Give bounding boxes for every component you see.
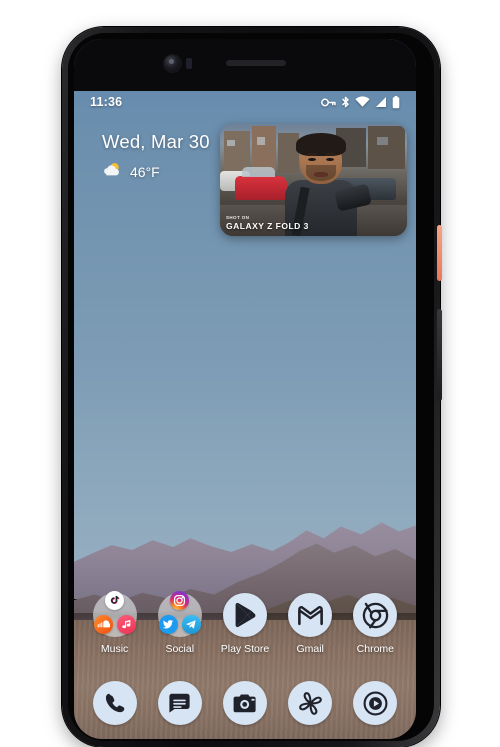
pip-person-hair: [296, 132, 346, 156]
pip-video-content: SHOT ON GALAXY Z FOLD 3: [220, 124, 407, 236]
app-label: Gmail: [296, 643, 324, 655]
soundcloud-icon: [93, 615, 113, 634]
pip-person-eyebrow: [306, 152, 318, 157]
date-weather-widget[interactable]: Wed, Mar 30 46°F: [102, 131, 210, 182]
messages-icon[interactable]: [157, 681, 202, 725]
battery-icon: [392, 95, 400, 109]
widget-temperature: 46°F: [130, 164, 160, 180]
phone-icon[interactable]: [92, 681, 137, 725]
instagram-icon: [170, 591, 190, 610]
dock-item-phone[interactable]: [84, 681, 146, 725]
display-notch: [74, 39, 416, 91]
tiktok-icon: [105, 591, 125, 610]
play-store-icon[interactable]: [222, 593, 267, 637]
app-label: Social: [165, 643, 195, 655]
proximity-sensor-icon: [186, 58, 192, 69]
screenshot-stage: 11:36 Wed, Mar 30 46°F SHOT ON GALAXY Z …: [0, 0, 500, 747]
media-play-icon[interactable]: [353, 681, 398, 725]
app-chrome[interactable]: Chrome: [344, 593, 406, 655]
dock-item-photos[interactable]: [279, 681, 341, 725]
chrome-icon[interactable]: [353, 593, 398, 637]
dock-item-camera[interactable]: [214, 681, 276, 725]
gmail-icon[interactable]: [288, 593, 333, 637]
status-bar-clock: 11:36: [90, 95, 123, 109]
widget-date-text: Wed, Mar 30: [102, 131, 210, 152]
app-label: Music: [100, 643, 129, 655]
pip-red-car: [234, 167, 288, 201]
widget-weather-row: 46°F: [102, 162, 210, 182]
phone-device-frame: 11:36 Wed, Mar 30 46°F SHOT ON GALAXY Z …: [62, 27, 442, 747]
app-label: Chrome: [356, 643, 395, 655]
app-social-folder[interactable]: Social: [149, 591, 211, 655]
status-bar-icons: [321, 95, 400, 109]
power-button[interactable]: [437, 225, 442, 281]
telegram-icon: [181, 615, 201, 634]
pip-brand-overlay: SHOT ON GALAXY Z FOLD 3: [226, 215, 309, 231]
app-play-store[interactable]: Play Store: [214, 593, 276, 655]
pip-window-light: [227, 139, 235, 147]
pip-person-eye: [308, 157, 316, 161]
pinwheel-photos-icon[interactable]: [288, 681, 333, 725]
app-label: Play Store: [220, 643, 270, 655]
wallpaper-sky: [74, 39, 416, 571]
partly-cloudy-icon: [102, 162, 122, 182]
music-folder-icon[interactable]: [92, 591, 137, 637]
picture-in-picture-window[interactable]: SHOT ON GALAXY Z FOLD 3: [220, 124, 407, 236]
dock-item-messages[interactable]: [149, 681, 211, 725]
home-screen-app-row: Music Social Play Store Gmail Chrome: [74, 591, 416, 655]
camera-icon[interactable]: [222, 681, 267, 725]
twitter-icon: [158, 615, 178, 634]
pip-person-mouth: [314, 172, 328, 177]
bluetooth-icon: [341, 96, 350, 109]
app-music-folder[interactable]: Music: [84, 591, 146, 655]
cellular-signal-icon: [375, 96, 387, 108]
pip-person-eyebrow: [324, 152, 336, 157]
phone-screen: 11:36 Wed, Mar 30 46°F SHOT ON GALAXY Z …: [74, 39, 416, 739]
home-screen-dock: [74, 681, 416, 725]
status-bar: 11:36: [74, 91, 416, 113]
earpiece-speaker-icon: [226, 60, 286, 66]
pip-window-light: [377, 137, 389, 146]
pip-overlay-brand: GALAXY Z FOLD 3: [226, 221, 309, 231]
pip-person-eye: [326, 157, 334, 161]
front-camera-icon: [164, 55, 181, 72]
pip-window-light: [257, 137, 265, 146]
social-folder-icon[interactable]: [157, 591, 202, 637]
wifi-icon: [355, 96, 370, 108]
app-gmail[interactable]: Gmail: [279, 593, 341, 655]
music-note-icon: [116, 615, 136, 634]
pip-overlay-shot-on: SHOT ON: [226, 215, 250, 220]
dock-item-media[interactable]: [344, 681, 406, 725]
volume-button[interactable]: [437, 309, 442, 401]
pip-building: [367, 126, 406, 169]
vpn-key-icon: [321, 97, 336, 108]
